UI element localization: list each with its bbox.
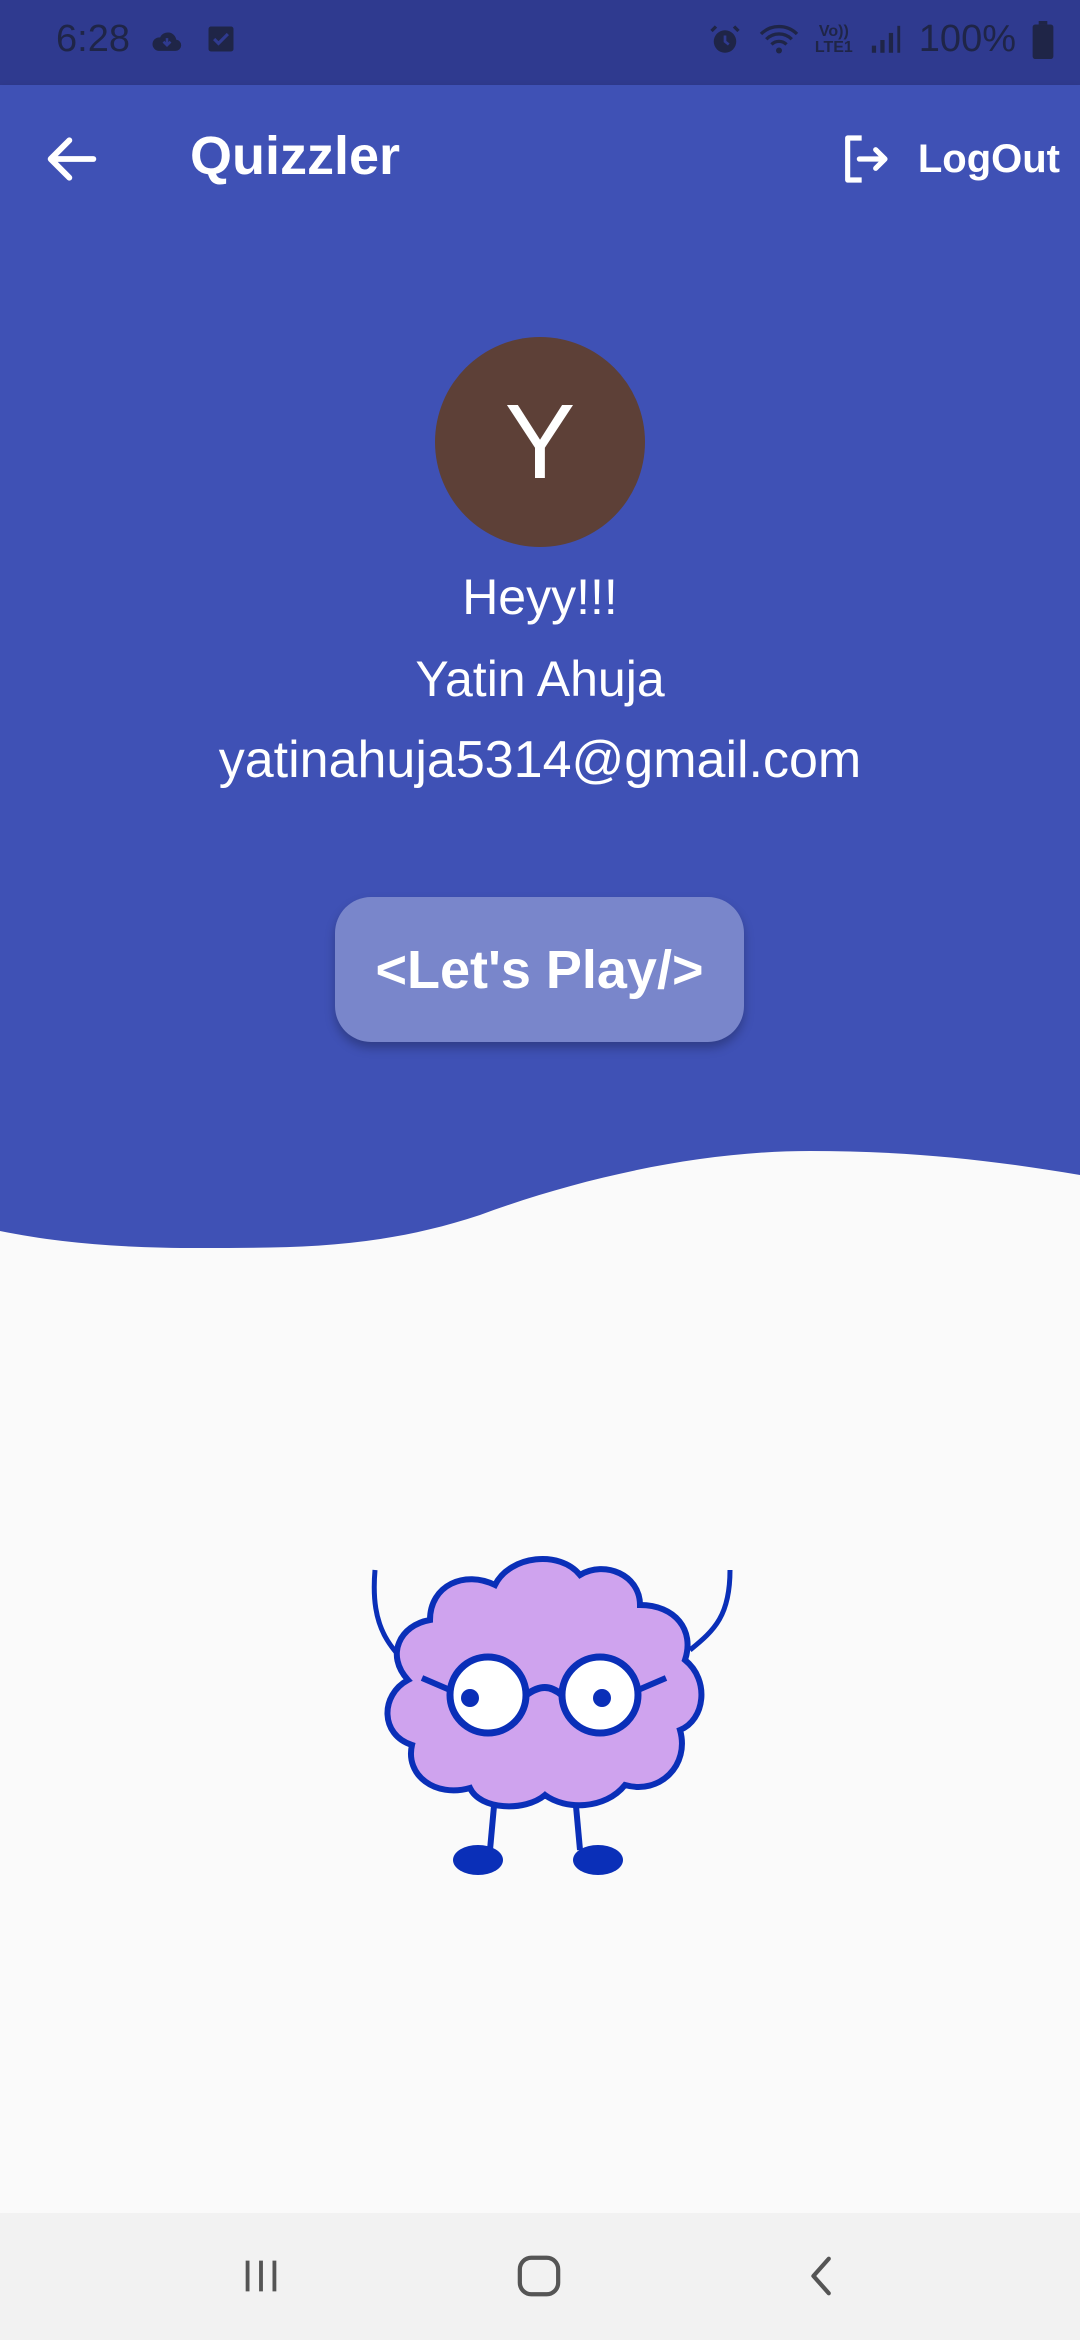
- app-title: Quizzler: [190, 126, 401, 186]
- battery-percentage: 100%: [918, 18, 1016, 60]
- back-icon: [811, 2256, 831, 2296]
- avatar: Y: [435, 337, 645, 547]
- logout-icon: [844, 135, 888, 183]
- check-box-icon: [208, 26, 234, 52]
- status-bar: 6:28 Vo)) LTE1 100%: [0, 0, 1080, 85]
- volte-label-bottom: LTE1: [814, 38, 853, 56]
- wifi-icon: [759, 24, 799, 53]
- nav-back-button[interactable]: [800, 2253, 846, 2304]
- cloud-icon: [152, 32, 182, 51]
- battery-icon: [1032, 20, 1054, 59]
- recents-icon: [245, 2260, 277, 2292]
- volte-icon: Vo)) LTE1: [814, 22, 853, 56]
- volte-label-top: Vo)): [818, 22, 849, 40]
- arrow-back-icon: [47, 137, 97, 181]
- logout-label: LogOut: [917, 136, 1060, 181]
- greeting-text: Heyy!!!: [462, 569, 618, 625]
- app-bar: Quizzler LogOut: [0, 85, 1080, 233]
- status-notification-icons: [150, 24, 236, 58]
- lets-play-button[interactable]: <Let's Play/>: [335, 897, 744, 1042]
- alarm-icon: [710, 24, 740, 53]
- home-button[interactable]: [512, 2253, 566, 2304]
- home-icon: [517, 2255, 561, 2297]
- avatar-initial: Y: [504, 382, 576, 501]
- brain-mascot-icon: [371, 1556, 733, 1875]
- user-email: yatinahuja5314@gmail.com: [218, 731, 862, 789]
- logout-button[interactable]: LogOut: [836, 121, 1060, 197]
- status-system-icons: Vo)) LTE1 100%: [707, 18, 1054, 61]
- back-button[interactable]: [40, 127, 104, 191]
- user-name: Yatin Ahuja: [415, 651, 665, 707]
- recents-button[interactable]: [238, 2253, 284, 2304]
- system-nav-bar: [0, 2213, 1080, 2340]
- signal-icon: [871, 25, 900, 53]
- status-time: 6:28: [56, 18, 130, 60]
